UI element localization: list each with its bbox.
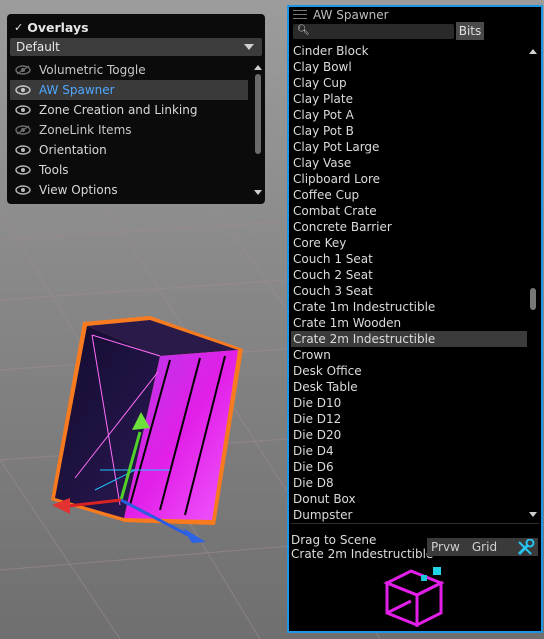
spawn-list-item[interactable]: Clay Pot B [291,123,527,139]
spawn-list-item[interactable]: Die D6 [291,459,527,475]
grid-toggle[interactable]: Grid [472,540,497,554]
overlay-item-orientation[interactable]: Orientation [10,140,248,160]
overlay-list-scrollbar[interactable] [253,62,263,202]
chevron-down-icon [244,44,254,50]
overlays-header[interactable]: ✓ Overlays [14,18,89,36]
spawn-list-item[interactable]: Crate 2m Indestructible [291,331,527,347]
search-icon: 🔍︎ [297,25,310,36]
overlay-item-label: ZoneLink Items [39,123,132,137]
spawn-list-item[interactable]: Combat Crate [291,203,527,219]
overlay-item-label: Orientation [39,143,107,157]
eye-icon[interactable] [15,165,31,175]
preview-options: Prvw Grid [427,538,538,556]
overlay-item-zone-creation[interactable]: Zone Creation and Linking [10,100,248,120]
scroll-down-icon[interactable] [254,190,262,195]
eye-icon[interactable] [15,185,31,195]
spawn-list-item[interactable]: Desk Office [291,363,527,379]
overlay-list: Volumetric Toggle AW Spawner Zone Creati… [10,60,248,200]
spawn-list-item[interactable]: Clay Vase [291,155,527,171]
spawn-list-item[interactable]: Clipboard Lore [291,171,527,187]
spawn-list-item[interactable]: Clay Pot Large [291,139,527,155]
spawn-list-item[interactable]: Concrete Barrier [291,219,527,235]
eye-icon[interactable] [15,105,31,115]
spawn-list-item[interactable]: Die D20 [291,427,527,443]
spawn-list-scrollbar[interactable] [527,43,539,523]
spawn-list-item[interactable]: Dumpster [291,507,527,523]
spawn-list-item[interactable]: Cinder Block [291,43,527,59]
eye-hidden-icon[interactable] [15,65,31,75]
overlay-item-label: Volumetric Toggle [39,63,146,77]
spawn-list-item[interactable]: Crate 1m Wooden [291,315,527,331]
overlay-item-label: Zone Creation and Linking [39,103,198,117]
spawn-list-item[interactable]: Desk Table [291,379,527,395]
spawn-list-item[interactable]: Die D12 [291,411,527,427]
selected-item-name: Crate 2m Indestructible [291,547,434,561]
overlay-item-label: Tools [39,163,69,177]
eye-icon[interactable] [15,85,31,95]
spawn-list-item[interactable]: Clay Bowl [291,59,527,75]
bits-button[interactable]: Bits [456,22,484,40]
spawn-list-item[interactable]: Couch 3 Seat [291,283,527,299]
overlay-item-label: AW Spawner [39,83,115,97]
spawn-list-item[interactable]: Crown [291,347,527,363]
crate-model[interactable] [51,316,243,525]
spawn-list-item[interactable]: Clay Cup [291,75,527,91]
spawn-list-item[interactable]: Core Key [291,235,527,251]
search-input[interactable]: 🔍︎ [293,24,454,39]
scroll-up-icon[interactable] [254,65,262,70]
overlay-item-label: View Options [39,183,118,197]
divider [291,523,539,524]
spawn-list-item[interactable]: Couch 1 Seat [291,251,527,267]
spawn-list-item[interactable]: Crate 1m Indestructible [291,299,527,315]
spawn-list-item[interactable]: Die D10 [291,395,527,411]
overlay-item-zonelink-items[interactable]: ZoneLink Items [10,120,248,140]
spawn-list-item[interactable]: Donut Box [291,491,527,507]
drag-handle-icon[interactable] [293,10,307,19]
overlay-preset-value: Default [16,40,60,54]
spawn-item-list: Cinder Block Clay Bowl Clay Cup Clay Plate C… [291,43,527,523]
check-icon[interactable]: ✓ [14,21,23,34]
drag-hint-text: Drag to Scene [291,533,377,547]
spawn-list-item[interactable]: Clay Plate [291,91,527,107]
wrench-icon[interactable] [516,538,536,560]
overlay-item-view-options[interactable]: View Options [10,180,248,200]
spawn-list-item[interactable]: Die D8 [291,475,527,491]
eye-hidden-icon[interactable] [15,125,31,135]
preview-toggle[interactable]: Prvw [431,540,460,554]
overlay-preset-dropdown[interactable]: Default [10,38,262,56]
spawn-list-item[interactable]: Coffee Cup [291,187,527,203]
scrollbar-thumb[interactable] [255,74,261,154]
spawn-list-item[interactable]: Clay Pot A [291,107,527,123]
spawn-list-item[interactable]: Couch 2 Seat [291,267,527,283]
overlays-panel: ✓ Overlays Default Volumetric Toggle AW … [7,14,265,204]
overlay-item-tools[interactable]: Tools [10,160,248,180]
scroll-down-icon[interactable] [529,512,537,517]
aw-spawner-panel: AW Spawner 🔍︎ Bits Cinder Block Clay Bowl… [287,5,543,633]
spawner-titlebar[interactable]: AW Spawner [293,7,389,22]
item-preview-thumbnail [381,563,451,634]
spawn-list-item[interactable]: Die D4 [291,443,527,459]
overlay-item-volumetric-toggle[interactable]: Volumetric Toggle [10,60,248,80]
scrollbar-thumb[interactable] [530,288,536,310]
drag-hint: Drag to Scene Crate 2m Indestructible [291,533,433,561]
eye-icon[interactable] [15,145,31,155]
spawner-title: AW Spawner [313,7,389,22]
overlays-title: Overlays [27,19,89,35]
scroll-up-icon[interactable] [529,49,537,54]
overlay-item-aw-spawner[interactable]: AW Spawner [10,80,248,100]
